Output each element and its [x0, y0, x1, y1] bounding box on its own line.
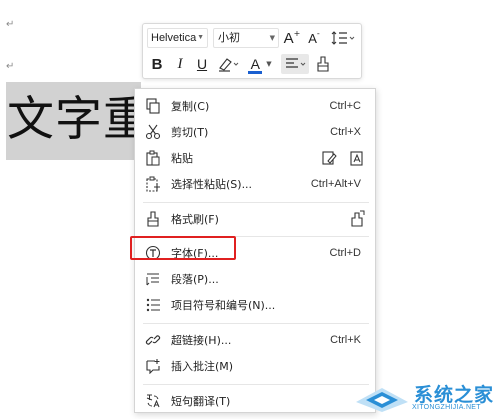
menu-item-cut[interactable]: 剪切(T) Ctrl+X: [135, 119, 375, 145]
menu-divider: [143, 202, 369, 203]
paragraph-icon: [144, 270, 162, 288]
copy-icon: [144, 97, 162, 115]
chevron-down-icon: ▼: [197, 34, 204, 41]
format-painter-icon: [144, 210, 162, 228]
menu-divider: [143, 323, 369, 324]
decrease-font-size-button[interactable]: A-: [305, 28, 323, 48]
font-size-select[interactable]: 小初 ▼: [213, 28, 279, 48]
highlight-annotation: [130, 236, 236, 260]
comment-icon: [144, 357, 162, 375]
clipboard-icon: [144, 149, 162, 167]
menu-item-shortcut: Ctrl+X: [330, 126, 361, 138]
menu-item-paragraph[interactable]: 段落(P)...: [135, 266, 375, 292]
watermark-title: 系统之家: [414, 384, 495, 406]
menu-item-label: 插入批注(M): [171, 360, 234, 373]
paste-special-icon: [144, 175, 162, 193]
increase-font-size-button[interactable]: A +: [283, 28, 301, 48]
menu-divider: [143, 384, 369, 385]
line-spacing-icon: [331, 31, 355, 45]
paragraph-mark: ↵: [6, 61, 15, 72]
line-spacing-button[interactable]: [329, 28, 357, 48]
menu-item-label: 超链接(H)...: [171, 334, 232, 347]
menu-item-shortcut: Ctrl+C: [329, 100, 361, 112]
font-color-bar: [248, 71, 263, 74]
menu-item-shortcut: Ctrl+K: [330, 334, 361, 346]
underline-button[interactable]: U: [194, 54, 210, 74]
italic-icon: I: [177, 55, 183, 72]
font-name-value: Helvetica: [151, 32, 197, 44]
align-left-icon: [286, 58, 306, 68]
menu-item-shortcut: Ctrl+Alt+V: [310, 178, 361, 190]
bullet-list-icon: [144, 296, 162, 314]
font-color-icon: A: [248, 56, 263, 74]
menu-item-label: 剪切(T): [171, 126, 209, 139]
menu-item-label: 短句翻译(T): [171, 395, 231, 408]
floating-format-toolbar: Helvetica ▼ 小初 ▼ A + A- B I U A ▼: [142, 23, 362, 79]
decrease-font-icon: A: [308, 30, 317, 46]
format-painter-icon: [317, 56, 329, 72]
menu-item-paste[interactable]: 粘贴: [135, 145, 375, 171]
highlighter-icon: [219, 58, 239, 72]
menu-item-label: 项目符号和编号(N)...: [171, 299, 276, 312]
bold-icon: B: [151, 55, 163, 73]
font-name-select[interactable]: Helvetica ▼: [147, 28, 208, 48]
menu-item-label: 段落(P)...: [171, 273, 219, 286]
underline-icon: U: [196, 56, 208, 72]
bold-button[interactable]: B: [149, 54, 165, 74]
increase-font-icon: A: [283, 29, 294, 47]
menu-item-format-painter[interactable]: 格式刷(F): [135, 206, 375, 232]
chevron-down-icon: ▼: [269, 34, 275, 42]
highlight-color-button[interactable]: [215, 54, 241, 74]
scissors-icon: [144, 123, 162, 141]
italic-button[interactable]: I: [173, 54, 187, 74]
menu-item-bullets-numbering[interactable]: 项目符号和编号(N)...: [135, 292, 375, 318]
translate-icon: [144, 392, 162, 410]
chevron-down-icon: ▼: [266, 60, 272, 68]
paragraph-mark: ↵: [6, 19, 15, 30]
menu-item-hyperlink[interactable]: 超链接(H)... Ctrl+K: [135, 327, 375, 353]
paste-text-only-icon[interactable]: [349, 150, 365, 169]
font-color-button[interactable]: A ▼: [247, 54, 273, 74]
menu-item-shortcut: Ctrl+D: [329, 247, 361, 259]
format-painter-button[interactable]: [313, 54, 333, 74]
watermark-logo: [356, 388, 408, 412]
menu-item-label: 格式刷(F): [171, 213, 219, 226]
font-size-value: 小初: [218, 31, 240, 44]
menu-item-label: 粘贴: [171, 152, 193, 165]
link-icon: [144, 331, 162, 349]
menu-item-insert-comment[interactable]: 插入批注(M): [135, 353, 375, 379]
watermark-url: XITONGZHIJIA.NET: [412, 404, 481, 411]
paste-keep-format-icon[interactable]: [321, 150, 337, 169]
menu-item-paste-special[interactable]: 选择性粘贴(S)... Ctrl+Alt+V: [135, 171, 375, 197]
align-button[interactable]: [281, 54, 309, 74]
menu-item-label: 复制(C): [171, 100, 210, 113]
format-painter-multi-icon[interactable]: [349, 210, 367, 231]
menu-item-label: 选择性粘贴(S)...: [171, 178, 253, 191]
menu-item-copy[interactable]: 复制(C) Ctrl+C: [135, 93, 375, 119]
menu-item-translate[interactable]: 短句翻译(T): [135, 388, 375, 414]
